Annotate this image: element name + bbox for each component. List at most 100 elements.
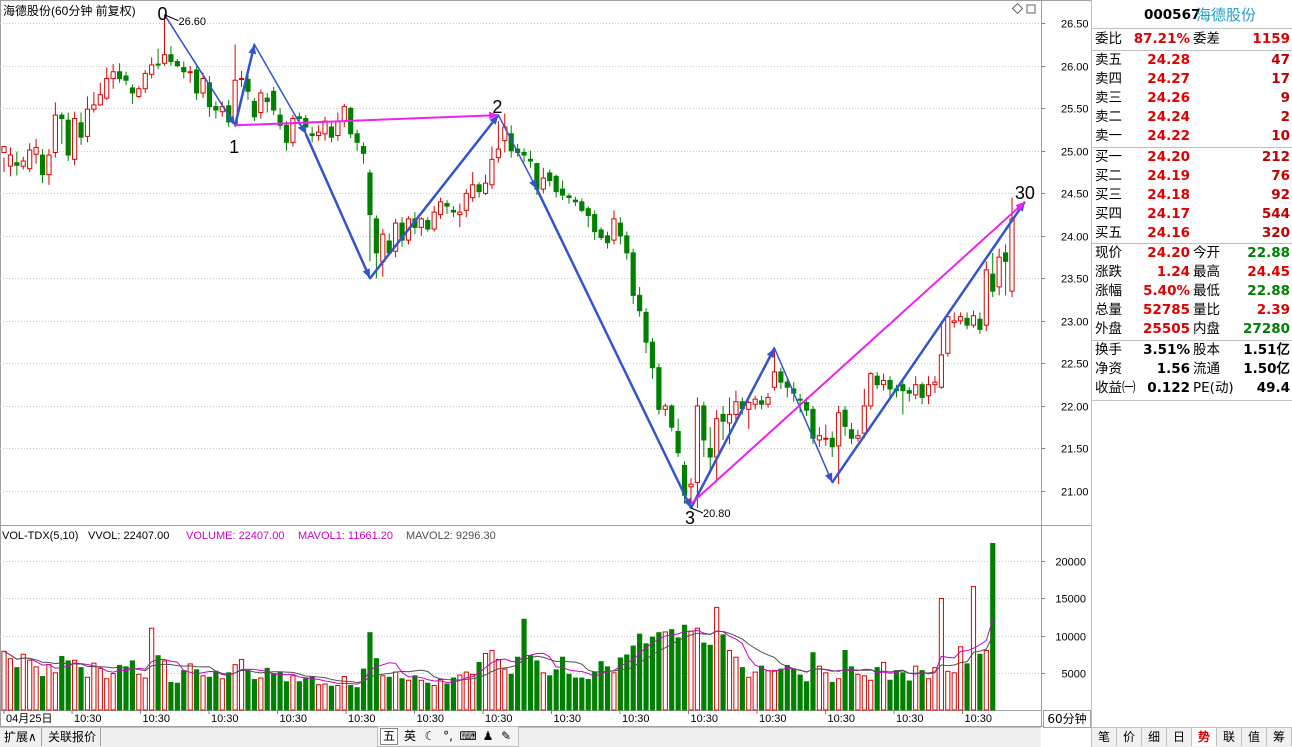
ime-wubi-icon[interactable]: 五 (380, 728, 398, 745)
candle-body (996, 256, 1002, 288)
volume-bar (881, 661, 887, 711)
candle-body (720, 413, 726, 422)
candle-body (592, 214, 598, 233)
candle-body (238, 78, 245, 81)
candle-body (161, 54, 168, 64)
volume-bar (470, 673, 476, 711)
volume-bar (694, 627, 700, 711)
candle-body (572, 199, 579, 203)
volume-bar (803, 681, 810, 711)
volume-bar (39, 676, 46, 711)
volume-bar (958, 646, 964, 711)
right-tab[interactable]: 价 (1117, 728, 1142, 746)
candle-body (566, 195, 572, 199)
candle-body (46, 154, 52, 176)
candle-body (579, 201, 585, 211)
wave-line (163, 14, 1026, 510)
wave-label: 2 (492, 97, 502, 117)
volume-bar (637, 633, 643, 711)
period-selector[interactable]: 60分钟 (1043, 710, 1091, 728)
price-tick-label: 22.00 (1061, 402, 1089, 414)
candle-body (675, 430, 681, 454)
volume-bar (200, 675, 206, 711)
moon-icon[interactable]: ☾ (420, 727, 440, 745)
quote-panel: 000567 海德股份 委比 87.21% 委差 1159 卖五 24.28 47 卖… (1091, 0, 1292, 746)
right-tab[interactable]: 笔 (1092, 728, 1117, 746)
candle-body (142, 72, 148, 90)
volume-bar (296, 681, 302, 711)
punctuation-icon[interactable]: °, (438, 727, 458, 745)
volume-bar (161, 660, 168, 711)
stat-row: 总量 52785 量比 2.39 (1095, 302, 1290, 318)
candle-body (861, 405, 867, 434)
ime-english-toggle[interactable]: 英 (400, 727, 420, 745)
candle-body (913, 384, 919, 396)
candle-body (874, 375, 880, 386)
time-tick-label: 10:30 (74, 713, 102, 725)
right-tab[interactable]: 细 (1142, 728, 1167, 746)
price-tick-label: 21.00 (1061, 487, 1089, 499)
candle-body (585, 208, 591, 216)
right-tab[interactable]: 联 (1217, 728, 1242, 746)
right-tab[interactable]: 筹 (1267, 728, 1292, 746)
settings-icon[interactable]: ✎ (496, 727, 516, 745)
volume-bar (97, 667, 103, 711)
price-tick-label: 25.50 (1061, 104, 1089, 116)
volume-bar (187, 663, 193, 711)
candle-body (906, 390, 912, 394)
candle-body (688, 483, 694, 488)
candle-body (91, 104, 97, 110)
volume-bar (33, 666, 39, 711)
volume-bar (932, 667, 938, 711)
volume-bar (425, 682, 431, 711)
volume-bar (476, 661, 482, 711)
candle-body (990, 273, 996, 292)
keyboard-icon[interactable]: ⌨ (458, 727, 478, 745)
candle-body (431, 211, 437, 230)
candle-body (354, 133, 360, 143)
candle-body (450, 209, 457, 213)
price-tick-label: 23.00 (1061, 317, 1089, 329)
volume-bar (643, 643, 649, 711)
candle-body (836, 412, 842, 447)
volume-bar (206, 676, 213, 711)
volume-bar (360, 668, 367, 711)
candle-body (489, 158, 495, 186)
volume-bar (213, 670, 219, 711)
weibi-row: 委比 87.21% 委差 1159 (1095, 31, 1290, 47)
candle-body (816, 435, 822, 441)
bid-level-row: 买一 24.20 212 (1095, 149, 1290, 165)
volume-bar (14, 667, 20, 711)
candle-body (547, 172, 553, 182)
right-tab[interactable]: 势 (1192, 728, 1217, 746)
candle-body (765, 396, 771, 405)
volume-bar (444, 683, 450, 711)
vol-legend-mavol1: MAVOL1: 11661.20 (298, 530, 393, 542)
candle-body (919, 384, 925, 398)
volume-bar (598, 661, 604, 711)
volume-bar (322, 683, 328, 711)
volume-bar (951, 672, 957, 711)
volume-bar (900, 672, 906, 711)
volume-bar (174, 682, 180, 711)
expand-tab[interactable]: 扩展∧ (0, 728, 42, 746)
candle-body (116, 71, 123, 80)
related-quote-tab[interactable]: 关联报价 (44, 728, 102, 746)
volume-bar (752, 671, 758, 711)
right-tab[interactable]: 日 (1167, 728, 1192, 746)
time-tick-label: 04月25日 (6, 713, 52, 725)
volume-bar (559, 656, 566, 711)
volume-bar (27, 659, 33, 711)
volume-bar (964, 663, 970, 711)
volume-bar (508, 673, 514, 711)
volume-bar (258, 677, 264, 711)
right-tab[interactable]: 值 (1242, 728, 1267, 746)
candle-body (258, 92, 264, 114)
volume-bar (791, 669, 797, 711)
candle-body (925, 384, 932, 397)
candle-body (970, 315, 977, 326)
volume-bar (155, 655, 161, 711)
user-icon[interactable]: ♟ (478, 727, 498, 745)
candle-body (470, 184, 476, 199)
right-panel-tabs: 笔价细日势联值筹 (1091, 727, 1292, 747)
